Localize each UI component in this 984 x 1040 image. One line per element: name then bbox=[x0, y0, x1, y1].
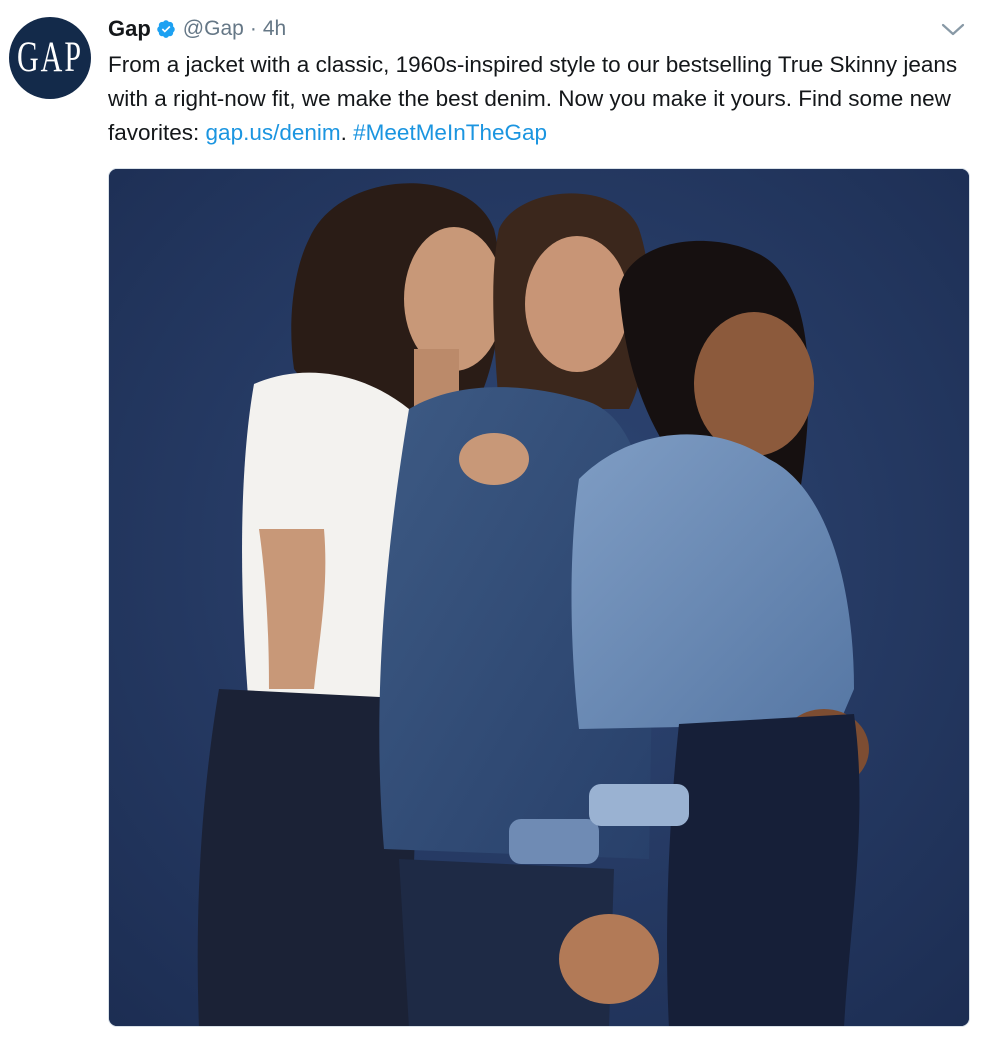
display-name[interactable]: Gap bbox=[108, 16, 151, 42]
tweet-header: Gap @Gap · 4h bbox=[108, 12, 286, 46]
verified-badge-icon bbox=[157, 20, 175, 38]
hashtag-link[interactable]: #MeetMeInTheGap bbox=[353, 120, 547, 145]
timestamp[interactable]: 4h bbox=[263, 17, 286, 41]
photo-illustration bbox=[109, 169, 969, 1026]
tweet-link[interactable]: gap.us/denim bbox=[206, 120, 341, 145]
tweet-text: From a jacket with a classic, 1960s-insp… bbox=[108, 48, 978, 150]
avatar[interactable]: GAP bbox=[9, 17, 91, 99]
chevron-down-icon[interactable] bbox=[940, 18, 966, 40]
tweet-photo[interactable] bbox=[108, 168, 970, 1027]
avatar-logo-text: GAP bbox=[16, 33, 83, 82]
separator-dot: · bbox=[249, 17, 257, 40]
tweet-text-part2: . bbox=[340, 120, 354, 145]
user-handle[interactable]: @Gap bbox=[183, 17, 244, 41]
tweet: GAP Gap @Gap · 4h From a jacket with a c… bbox=[0, 0, 984, 1040]
